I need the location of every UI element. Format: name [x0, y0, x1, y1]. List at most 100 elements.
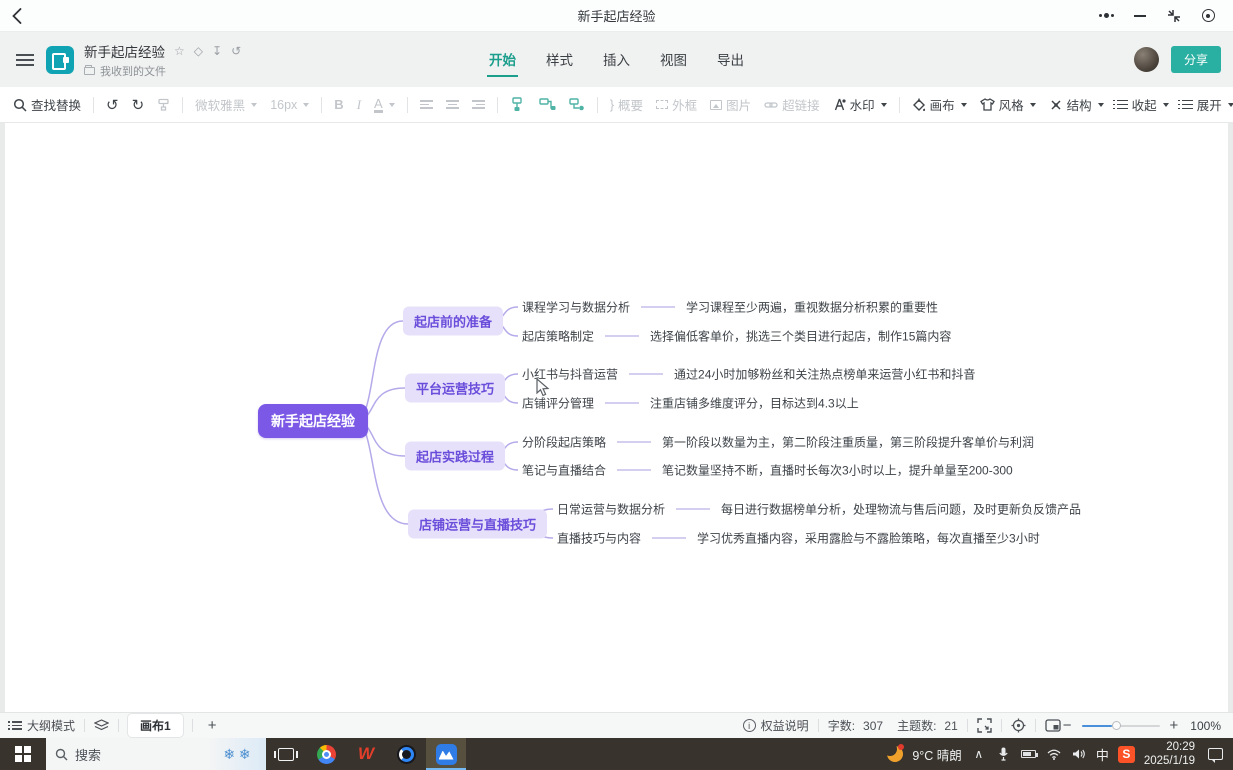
mindmap-row: 分阶段起店策略 第一阶段以数量为主，第二阶段注重质量，第三阶段提升客单价与利润 [522, 434, 1034, 451]
mindmap-detail-node[interactable]: 注重店铺多维度评分，目标达到4.3以上 [650, 395, 859, 412]
browser-app-button[interactable] [386, 738, 426, 770]
download-icon[interactable]: ↧ [212, 45, 222, 57]
wifi-icon[interactable] [1046, 749, 1062, 760]
tab-home[interactable]: 开始 [487, 43, 518, 77]
weather-text[interactable]: 9°C 晴朗 [912, 745, 961, 764]
align-right-button[interactable] [469, 97, 488, 112]
mindmap-branch-node[interactable]: 平台运营技巧 [405, 374, 505, 403]
ime-indicator[interactable]: 中 [1096, 745, 1109, 764]
zoom-percent[interactable]: 100% [1190, 719, 1221, 733]
image-button[interactable]: 图片 [707, 92, 754, 117]
layers-button[interactable] [94, 719, 109, 732]
mindmap-topic-node[interactable]: 课程学习与数据分析 [522, 299, 630, 316]
redo-button[interactable]: ↻ [129, 93, 148, 117]
align-center-button[interactable] [443, 97, 462, 112]
sogou-icon[interactable]: S [1118, 746, 1135, 763]
tab-style[interactable]: 样式 [544, 43, 575, 77]
mindmap-topic-node[interactable]: 日常运营与数据分析 [557, 501, 665, 518]
zoom-slider-knob[interactable] [1112, 721, 1121, 730]
tab-export[interactable]: 导出 [715, 43, 746, 77]
wps-app-button[interactable]: W [346, 738, 386, 770]
frame-button[interactable]: 外框 [653, 92, 700, 117]
taskbar-search-box[interactable]: 搜索 ❄ ❄ [46, 738, 266, 770]
format-painter-button[interactable] [154, 95, 173, 114]
user-avatar[interactable] [1134, 47, 1159, 72]
collapse-icon [1117, 100, 1128, 110]
mindmap-branch-node[interactable]: 起店实践过程 [405, 442, 505, 471]
zoom-in-button[interactable]: + [1168, 717, 1181, 734]
history-icon[interactable]: ↺ [231, 45, 241, 57]
task-view-button[interactable] [266, 738, 306, 770]
menu-hamburger-icon[interactable] [16, 54, 34, 66]
hyperlink-button[interactable]: 超链接 [761, 92, 823, 117]
mindmap-detail-node[interactable]: 学习课程至少两遍，重视数据分析积累的重要性 [686, 299, 938, 316]
mindmap-detail-node[interactable]: 通过24小时加够粉丝和关注热点榜单来运营小红书和抖音 [674, 366, 975, 383]
insert-subtopic-button[interactable] [507, 94, 529, 115]
expand-button[interactable]: 展开 [1179, 92, 1233, 117]
tab-insert[interactable]: 插入 [601, 43, 632, 77]
fit-screen-button[interactable] [977, 718, 992, 733]
mindmap-topic-node[interactable]: 直播技巧与内容 [557, 530, 641, 547]
more-options-button[interactable] [1091, 4, 1121, 28]
bold-button[interactable]: B [331, 94, 346, 115]
app-logo-icon[interactable] [46, 46, 74, 74]
taskbar-clock[interactable]: 20:29 2025/1/19 [1144, 740, 1195, 769]
mindmap-detail-node[interactable]: 选择偏低客单价，挑选三个类目进行起店，制作15篇内容 [650, 328, 951, 345]
restore-button[interactable] [1159, 4, 1189, 28]
tag-icon[interactable]: ◇ [194, 45, 203, 57]
insert-sibling-topic-button[interactable] [566, 95, 588, 114]
hidden-icons-chevron[interactable]: ∧ [971, 747, 987, 761]
structure-button[interactable]: 结构 [1046, 92, 1107, 117]
canvas-style-button[interactable]: 画布 [909, 92, 970, 117]
battery-icon[interactable] [1021, 750, 1037, 758]
mindmap-canvas[interactable]: 新手起店经验 起店前的准备 平台运营技巧 起店实践过程 店铺运营与直播技巧 课程… [5, 123, 1228, 712]
insert-child-topic-button[interactable] [536, 95, 559, 115]
align-left-button[interactable] [417, 97, 436, 112]
mindmap-branch-node[interactable]: 店铺运营与直播技巧 [408, 510, 547, 539]
record-button[interactable] [1193, 4, 1223, 28]
font-family-select[interactable]: 微软雅黑 [192, 92, 260, 117]
watermark-button[interactable]: 水印 [830, 92, 890, 117]
theme-style-button[interactable]: 风格 [977, 92, 1039, 117]
font-color-button[interactable]: A [371, 94, 398, 116]
chrome-app-button[interactable] [306, 738, 346, 770]
mindmap-root-node[interactable]: 新手起店经验 [258, 404, 368, 438]
tab-view[interactable]: 视图 [658, 43, 689, 77]
weather-snowflakes-widget[interactable]: ❄ ❄ [208, 738, 266, 770]
outline-summary-button[interactable]: } 概要 [607, 92, 646, 117]
font-size-select[interactable]: 16px [267, 95, 312, 115]
add-canvas-button[interactable]: + [202, 717, 223, 734]
italic-button[interactable]: I [354, 94, 364, 116]
speaker-icon[interactable] [1071, 748, 1087, 760]
notification-center-icon[interactable] [1208, 748, 1223, 760]
mindmap-detail-node[interactable]: 第一阶段以数量为主，第二阶段注重质量，第三阶段提升客单价与利润 [662, 434, 1034, 451]
mindmap-detail-node[interactable]: 每日进行数据榜单分析，处理物流与售后问题，及时更新负反馈产品 [721, 501, 1081, 518]
mindmap-topic-node[interactable]: 分阶段起店策略 [522, 434, 606, 451]
mindmap-detail-node[interactable]: 笔记数量坚持不断，直播时长每次3小时以上，提升单量至200-300 [662, 462, 1013, 479]
zoom-out-button[interactable]: − [1061, 717, 1074, 734]
mindmap-topic-node[interactable]: 店铺评分管理 [522, 395, 594, 412]
connector-dash [605, 336, 639, 337]
mindmap-app-button[interactable] [426, 738, 466, 770]
zoom-slider[interactable] [1082, 725, 1160, 727]
share-button[interactable]: 分享 [1171, 46, 1221, 73]
minimize-button[interactable] [1125, 4, 1155, 28]
mindmap-branch-node[interactable]: 起店前的准备 [403, 307, 503, 336]
collapse-button[interactable]: 收起 [1114, 92, 1172, 117]
rights-info-button[interactable]: i 权益说明 [743, 717, 809, 734]
mindmap-topic-node[interactable]: 起店策略制定 [522, 328, 594, 345]
star-icon[interactable]: ☆ [174, 45, 185, 57]
find-replace-button[interactable]: 查找替换 [10, 92, 84, 117]
minimap-button[interactable] [1045, 719, 1061, 732]
mindmap-detail-node[interactable]: 学习优秀直播内容，采用露脸与不露脸策略，每次直播至少3小时 [697, 530, 1040, 547]
mindmap-topic-node[interactable]: 笔记与直播结合 [522, 462, 606, 479]
start-button[interactable] [0, 738, 46, 770]
canvas-tab-1[interactable]: 画布1 [128, 714, 183, 737]
outline-mode-button[interactable]: 大纲模式 [12, 717, 75, 734]
undo-button[interactable]: ↺ [103, 93, 122, 117]
locate-center-button[interactable] [1011, 718, 1026, 733]
weather-moon-icon[interactable] [887, 746, 903, 762]
microphone-icon[interactable] [996, 747, 1012, 761]
document-location[interactable]: 我收到的文件 [100, 63, 166, 79]
separator [1035, 719, 1036, 732]
